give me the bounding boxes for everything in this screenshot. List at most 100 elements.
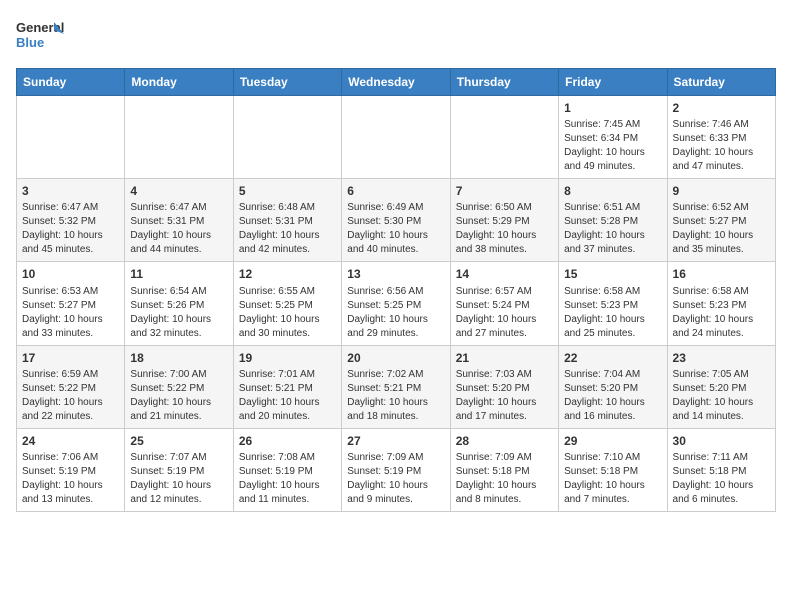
day-info: Sunrise: 6:58 AM Sunset: 5:23 PM Dayligh… (564, 285, 661, 341)
day-cell: 17 Sunrise: 6:59 AM Sunset: 5:22 PM Dayli… (17, 345, 125, 428)
day-number: 20 (347, 350, 444, 366)
day-cell: 22 Sunrise: 7:04 AM Sunset: 5:20 PM Dayli… (559, 345, 667, 428)
svg-text:Blue: Blue (16, 35, 44, 50)
day-number: 2 (673, 100, 770, 116)
day-number: 23 (673, 350, 770, 366)
day-number: 9 (673, 183, 770, 199)
day-cell (233, 96, 341, 179)
day-number: 24 (22, 433, 119, 449)
day-cell: 21 Sunrise: 7:03 AM Sunset: 5:20 PM Dayli… (450, 345, 558, 428)
day-cell: 20 Sunrise: 7:02 AM Sunset: 5:21 PM Dayli… (342, 345, 450, 428)
day-cell: 11 Sunrise: 6:54 AM Sunset: 5:26 PM Dayli… (125, 262, 233, 345)
weekday-header-monday: Monday (125, 69, 233, 96)
day-cell: 26Sunrise: 7:08 AM Sunset: 5:19 PM Dayli… (233, 428, 341, 511)
day-info: Sunrise: 6:50 AM Sunset: 5:29 PM Dayligh… (456, 201, 553, 257)
day-info: Sunrise: 6:55 AM Sunset: 5:25 PM Dayligh… (239, 285, 336, 341)
day-cell (342, 96, 450, 179)
day-cell: 3 Sunrise: 6:47 AM Sunset: 5:32 PM Daylig… (17, 179, 125, 262)
day-number: 27 (347, 433, 444, 449)
day-info: Sunrise: 6:57 AM Sunset: 5:24 PM Dayligh… (456, 285, 553, 341)
day-info: Sunrise: 7:46 AM Sunset: 6:33 PM Dayligh… (673, 118, 770, 174)
day-number: 25 (130, 433, 227, 449)
day-cell: 19 Sunrise: 7:01 AM Sunset: 5:21 PM Dayli… (233, 345, 341, 428)
day-number: 19 (239, 350, 336, 366)
day-info: Sunrise: 7:07 AM Sunset: 5:19 PM Dayligh… (130, 451, 227, 507)
week-row-2: 3 Sunrise: 6:47 AM Sunset: 5:32 PM Daylig… (17, 179, 776, 262)
logo: GeneralBlue (16, 16, 66, 56)
day-cell: 1 Sunrise: 7:45 AM Sunset: 6:34 PM Daylig… (559, 96, 667, 179)
day-number: 3 (22, 183, 119, 199)
day-info: Sunrise: 7:02 AM Sunset: 5:21 PM Dayligh… (347, 368, 444, 424)
day-info: Sunrise: 7:01 AM Sunset: 5:21 PM Dayligh… (239, 368, 336, 424)
day-number: 11 (130, 266, 227, 282)
day-number: 7 (456, 183, 553, 199)
day-info: Sunrise: 6:58 AM Sunset: 5:23 PM Dayligh… (673, 285, 770, 341)
week-row-4: 17 Sunrise: 6:59 AM Sunset: 5:22 PM Dayli… (17, 345, 776, 428)
day-info: Sunrise: 7:04 AM Sunset: 5:20 PM Dayligh… (564, 368, 661, 424)
day-info: Sunrise: 6:59 AM Sunset: 5:22 PM Dayligh… (22, 368, 119, 424)
day-cell: 12Sunrise: 6:55 AM Sunset: 5:25 PM Dayli… (233, 262, 341, 345)
day-info: Sunrise: 7:05 AM Sunset: 5:20 PM Dayligh… (673, 368, 770, 424)
weekday-header-saturday: Saturday (667, 69, 775, 96)
day-number: 6 (347, 183, 444, 199)
day-cell (17, 96, 125, 179)
day-number: 15 (564, 266, 661, 282)
day-cell: 13Sunrise: 6:56 AM Sunset: 5:25 PM Dayli… (342, 262, 450, 345)
day-number: 22 (564, 350, 661, 366)
day-cell: 24 Sunrise: 7:06 AM Sunset: 5:19 PM Dayli… (17, 428, 125, 511)
day-number: 1 (564, 100, 661, 116)
day-cell: 6 Sunrise: 6:49 AM Sunset: 5:30 PM Daylig… (342, 179, 450, 262)
logo-svg: GeneralBlue (16, 16, 66, 56)
weekday-header-thursday: Thursday (450, 69, 558, 96)
day-number: 8 (564, 183, 661, 199)
day-info: Sunrise: 6:56 AM Sunset: 5:25 PM Dayligh… (347, 285, 444, 341)
day-info: Sunrise: 7:45 AM Sunset: 6:34 PM Dayligh… (564, 118, 661, 174)
day-info: Sunrise: 7:11 AM Sunset: 5:18 PM Dayligh… (673, 451, 770, 507)
day-number: 16 (673, 266, 770, 282)
weekday-header-row: SundayMondayTuesdayWednesdayThursdayFrid… (17, 69, 776, 96)
day-info: Sunrise: 7:09 AM Sunset: 5:19 PM Dayligh… (347, 451, 444, 507)
day-cell: 9Sunrise: 6:52 AM Sunset: 5:27 PM Daylig… (667, 179, 775, 262)
day-number: 21 (456, 350, 553, 366)
day-cell: 28Sunrise: 7:09 AM Sunset: 5:18 PM Dayli… (450, 428, 558, 511)
day-info: Sunrise: 6:47 AM Sunset: 5:32 PM Dayligh… (22, 201, 119, 257)
week-row-1: 1 Sunrise: 7:45 AM Sunset: 6:34 PM Daylig… (17, 96, 776, 179)
day-number: 28 (456, 433, 553, 449)
day-number: 29 (564, 433, 661, 449)
day-info: Sunrise: 7:00 AM Sunset: 5:22 PM Dayligh… (130, 368, 227, 424)
day-number: 14 (456, 266, 553, 282)
weekday-header-wednesday: Wednesday (342, 69, 450, 96)
day-number: 5 (239, 183, 336, 199)
day-info: Sunrise: 6:47 AM Sunset: 5:31 PM Dayligh… (130, 201, 227, 257)
day-cell: 5 Sunrise: 6:48 AM Sunset: 5:31 PM Daylig… (233, 179, 341, 262)
day-cell: 10 Sunrise: 6:53 AM Sunset: 5:27 PM Dayli… (17, 262, 125, 345)
day-info: Sunrise: 7:08 AM Sunset: 5:19 PM Dayligh… (239, 451, 336, 507)
day-cell: 4 Sunrise: 6:47 AM Sunset: 5:31 PM Daylig… (125, 179, 233, 262)
day-info: Sunrise: 7:03 AM Sunset: 5:20 PM Dayligh… (456, 368, 553, 424)
day-cell: 29 Sunrise: 7:10 AM Sunset: 5:18 PM Dayli… (559, 428, 667, 511)
day-info: Sunrise: 6:49 AM Sunset: 5:30 PM Dayligh… (347, 201, 444, 257)
day-cell: 30Sunrise: 7:11 AM Sunset: 5:18 PM Dayli… (667, 428, 775, 511)
day-info: Sunrise: 7:10 AM Sunset: 5:18 PM Dayligh… (564, 451, 661, 507)
day-cell: 16 Sunrise: 6:58 AM Sunset: 5:23 PM Dayli… (667, 262, 775, 345)
day-number: 18 (130, 350, 227, 366)
day-cell: 8 Sunrise: 6:51 AM Sunset: 5:28 PM Daylig… (559, 179, 667, 262)
weekday-header-sunday: Sunday (17, 69, 125, 96)
day-info: Sunrise: 6:48 AM Sunset: 5:31 PM Dayligh… (239, 201, 336, 257)
day-info: Sunrise: 6:51 AM Sunset: 5:28 PM Dayligh… (564, 201, 661, 257)
week-row-3: 10 Sunrise: 6:53 AM Sunset: 5:27 PM Dayli… (17, 262, 776, 345)
day-info: Sunrise: 6:53 AM Sunset: 5:27 PM Dayligh… (22, 285, 119, 341)
day-number: 4 (130, 183, 227, 199)
day-cell: 18 Sunrise: 7:00 AM Sunset: 5:22 PM Dayli… (125, 345, 233, 428)
calendar-table: SundayMondayTuesdayWednesdayThursdayFrid… (16, 68, 776, 512)
day-info: Sunrise: 6:54 AM Sunset: 5:26 PM Dayligh… (130, 285, 227, 341)
day-number: 17 (22, 350, 119, 366)
day-cell (125, 96, 233, 179)
day-cell: 15 Sunrise: 6:58 AM Sunset: 5:23 PM Dayli… (559, 262, 667, 345)
day-cell: 25 Sunrise: 7:07 AM Sunset: 5:19 PM Dayli… (125, 428, 233, 511)
day-number: 10 (22, 266, 119, 282)
header-area: GeneralBlue (16, 16, 776, 56)
day-cell (450, 96, 558, 179)
day-info: Sunrise: 7:06 AM Sunset: 5:19 PM Dayligh… (22, 451, 119, 507)
week-row-5: 24 Sunrise: 7:06 AM Sunset: 5:19 PM Dayli… (17, 428, 776, 511)
